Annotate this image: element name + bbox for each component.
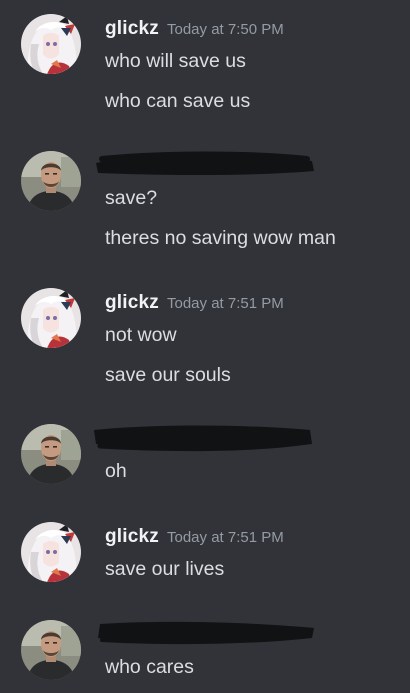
message-text: who can save us [105,90,251,112]
chat-message-list: glickz Today at 7:50 PM who will save us … [0,0,410,693]
message-header: glickz Today at 7:50 PM [105,18,284,40]
timestamp[interactable]: Today at 7:51 PM [167,529,284,546]
message-header: glickz Today at 7:51 PM [105,526,284,548]
anime-character-avatar-icon[interactable] [21,14,81,74]
anime-character-avatar-icon[interactable] [21,522,81,582]
man-photo-avatar-icon[interactable] [21,620,81,680]
message-text: save? [105,187,158,209]
message-text: save our lives [105,558,225,580]
message-text: theres no saving wow man [105,227,336,249]
man-photo-avatar-icon[interactable] [21,424,81,484]
message-header: glickz Today at 7:51 PM [105,292,284,314]
man-photo-avatar-icon[interactable] [21,151,81,211]
redacted-username-scribble [92,151,317,179]
message-text: who will save us [105,50,246,72]
anime-character-avatar-icon[interactable] [21,288,81,348]
message-text: not wow [105,324,177,346]
username[interactable]: glickz [105,18,159,39]
timestamp[interactable]: Today at 7:50 PM [167,21,284,38]
message-text: save our souls [105,364,231,386]
timestamp[interactable]: Today at 7:51 PM [167,295,284,312]
username[interactable]: glickz [105,526,159,547]
message-text: oh [105,460,127,482]
username[interactable]: glickz [105,292,159,313]
redacted-username-scribble [92,620,317,648]
redacted-username-scribble [92,424,317,452]
message-text: who cares [105,656,194,678]
